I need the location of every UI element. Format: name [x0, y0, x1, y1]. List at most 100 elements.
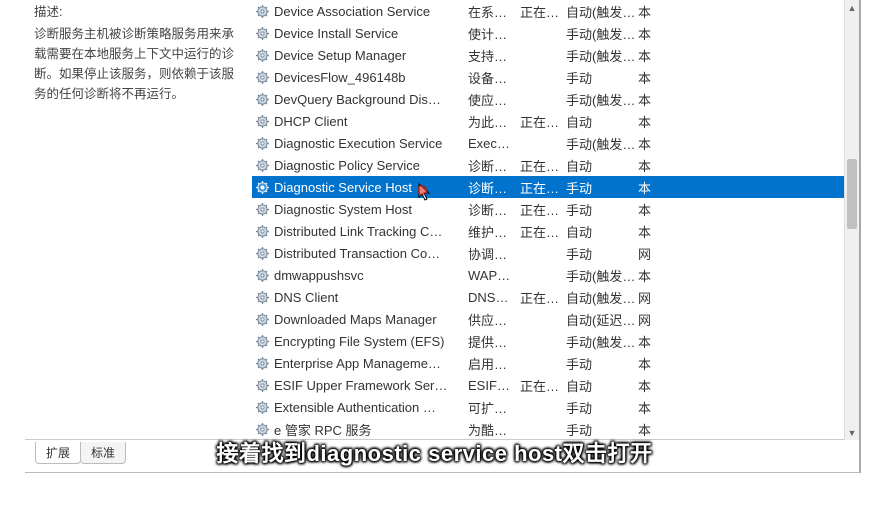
services-list[interactable]: Device Association Service在系…正在…自动(触发…本 … [252, 0, 844, 439]
service-startup-type: 手动 [566, 244, 638, 263]
service-status: 正在… [520, 156, 566, 175]
service-row[interactable]: DNS ClientDNS…正在…自动(触发…网 [252, 286, 844, 308]
service-row[interactable]: e 管家 RPC 服务为酷…手动本 [252, 418, 844, 439]
tab-standard[interactable]: 标准 [80, 442, 126, 464]
service-row[interactable]: Encrypting File System (EFS)提供…手动(触发…本 [252, 330, 844, 352]
service-startup-type: 自动 [566, 112, 638, 131]
service-name: Device Setup Manager [272, 48, 468, 63]
service-startup-type: 手动 [566, 354, 638, 373]
service-row[interactable]: Distributed Transaction Co…协调…手动网 [252, 242, 844, 264]
description-text: 诊断服务主机被诊断策略服务用来承载需要在本地服务上下文中运行的诊断。如果停止该服… [34, 24, 244, 104]
service-row[interactable]: Extensible Authentication …可扩… 手动本 [252, 396, 844, 418]
scroll-up-arrow[interactable]: ▲ [845, 0, 859, 15]
service-startup-type: 手动(触发… [566, 134, 638, 153]
service-name: ESIF Upper Framework Ser… [272, 378, 468, 393]
service-name: Device Association Service [272, 4, 468, 19]
service-row[interactable]: Diagnostic System Host诊断…正在…手动本 [252, 198, 844, 220]
service-name: Device Install Service [272, 26, 468, 41]
view-tabs: 扩展 标准 [35, 442, 125, 464]
service-row[interactable]: dmwappushsvcWAP…手动(触发…本 [252, 264, 844, 286]
service-description: 使应… [468, 90, 520, 109]
service-name: Diagnostic System Host [272, 202, 468, 217]
service-startup-type: 自动 [566, 156, 638, 175]
service-logon-as: 本 [638, 2, 656, 21]
gear-icon [252, 70, 272, 85]
service-logon-as: 网 [638, 244, 656, 263]
tab-extended[interactable]: 扩展 [35, 442, 81, 464]
service-logon-as: 网 [638, 310, 656, 329]
service-startup-type: 手动 [566, 68, 638, 87]
service-startup-type: 手动 [566, 178, 638, 197]
service-logon-as: 本 [638, 156, 656, 175]
service-status: 正在… [520, 288, 566, 307]
service-name: Diagnostic Service Host [272, 180, 468, 195]
service-name: DevicesFlow_496148b [272, 70, 468, 85]
service-startup-type: 手动(触发… [566, 266, 638, 285]
description-panel: 描述: 诊断服务主机被诊断策略服务用来承载需要在本地服务上下文中运行的诊断。如果… [30, 0, 252, 439]
service-logon-as: 本 [638, 200, 656, 219]
gear-icon [252, 356, 272, 371]
service-logon-as: 本 [638, 178, 656, 197]
service-name: Encrypting File System (EFS) [272, 334, 468, 349]
service-startup-type: 手动(触发… [566, 24, 638, 43]
service-logon-as: 本 [638, 398, 656, 417]
service-status: 正在… [520, 200, 566, 219]
service-description: 可扩… [468, 398, 520, 417]
service-startup-type: 自动(触发… [566, 288, 638, 307]
service-description: 为此… [468, 112, 520, 131]
service-row[interactable]: DevQuery Background Dis…使应…手动(触发…本 [252, 88, 844, 110]
service-logon-as: 本 [638, 222, 656, 241]
gear-icon [252, 158, 272, 173]
service-row[interactable]: Diagnostic Service Host诊断…正在…手动本 [252, 176, 844, 198]
service-name: DNS Client [272, 290, 468, 305]
gear-icon [252, 180, 272, 195]
service-description: 供应… [468, 310, 520, 329]
gear-icon [252, 268, 272, 283]
service-logon-as: 本 [638, 112, 656, 131]
vertical-scrollbar[interactable]: ▲ ▼ [844, 0, 859, 440]
service-startup-type: 自动 [566, 376, 638, 395]
service-name: Distributed Link Tracking C… [272, 224, 468, 239]
service-description: 诊断… [468, 200, 520, 219]
service-row[interactable]: Device Association Service在系…正在…自动(触发…本 [252, 0, 844, 22]
description-label: 描述: [34, 2, 244, 22]
service-startup-type: 手动 [566, 200, 638, 219]
service-description: 提供… [468, 332, 520, 351]
gear-icon [252, 224, 272, 239]
services-list-panel: Device Association Service在系…正在…自动(触发…本 … [252, 0, 844, 439]
gear-icon [252, 400, 272, 415]
service-description: WAP… [468, 268, 520, 283]
service-logon-as: 本 [638, 46, 656, 65]
service-row[interactable]: Distributed Link Tracking C…维护…正在…自动本 [252, 220, 844, 242]
service-row[interactable]: Diagnostic Execution ServiceExec…手动(触发…本 [252, 132, 844, 154]
service-row[interactable]: Enterprise App Manageme…启用…手动本 [252, 352, 844, 374]
service-status: 正在… [520, 222, 566, 241]
service-startup-type: 手动 [566, 420, 638, 439]
service-status: 正在… [520, 2, 566, 21]
service-description: 在系… [468, 2, 520, 21]
service-row[interactable]: ESIF Upper Framework Ser…ESIF…正在…自动本 [252, 374, 844, 396]
service-row[interactable]: Device Setup Manager支持…手动(触发…本 [252, 44, 844, 66]
service-row[interactable]: Diagnostic Policy Service诊断…正在…自动本 [252, 154, 844, 176]
service-startup-type: 自动(触发… [566, 2, 638, 21]
service-description: 诊断… [468, 178, 520, 197]
gear-icon [252, 290, 272, 305]
service-name: Enterprise App Manageme… [272, 356, 468, 371]
scroll-track[interactable] [845, 15, 859, 425]
gear-icon [252, 312, 272, 327]
service-description: 维护… [468, 222, 520, 241]
gear-icon [252, 114, 272, 129]
scroll-down-arrow[interactable]: ▼ [845, 425, 859, 440]
gear-icon [252, 92, 272, 107]
service-row[interactable]: DevicesFlow_496148b设备…手动本 [252, 66, 844, 88]
service-logon-as: 本 [638, 134, 656, 153]
service-row[interactable]: DHCP Client为此…正在…自动本 [252, 110, 844, 132]
service-row[interactable]: Device Install Service使计…手动(触发…本 [252, 22, 844, 44]
service-row[interactable]: Downloaded Maps Manager供应…自动(延迟…网 [252, 308, 844, 330]
service-startup-type: 手动 [566, 398, 638, 417]
gear-icon [252, 246, 272, 261]
scroll-thumb[interactable] [847, 159, 857, 229]
service-name: DHCP Client [272, 114, 468, 129]
gear-icon [252, 378, 272, 393]
service-name: Extensible Authentication … [272, 400, 468, 415]
